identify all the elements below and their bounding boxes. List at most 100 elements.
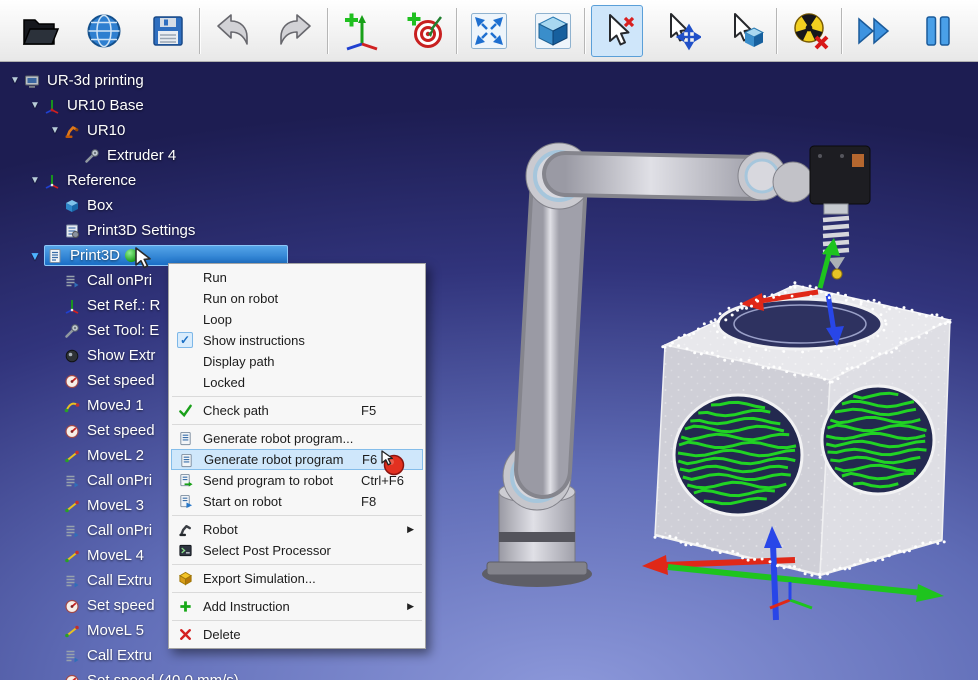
tree-item-label: Call onPri: [87, 272, 152, 289]
tree-item-label: Set speed: [87, 422, 155, 439]
menu-item-run-on-robot[interactable]: Run on robot: [171, 288, 423, 309]
pause-button[interactable]: [912, 5, 964, 57]
tool-icon: [84, 148, 102, 164]
tree-item-label: Set Ref.: R: [87, 297, 160, 314]
open-folder-icon: [20, 11, 60, 51]
menu-item-add-instruction[interactable]: Add Instruction ▶: [171, 596, 423, 617]
add-reference-frame-button[interactable]: [335, 5, 387, 57]
menu-item-run[interactable]: Run: [171, 267, 423, 288]
tree-item-extruder-4[interactable]: Extruder 4: [0, 143, 440, 168]
select-cursor-button[interactable]: [591, 5, 643, 57]
redo-button[interactable]: [270, 5, 322, 57]
menu-item-label: Display path: [203, 354, 275, 369]
menu-item-delete[interactable]: Delete: [171, 624, 423, 645]
menu-separator: [172, 515, 422, 516]
menu-item-select-post-processor[interactable]: Select Post Processor: [171, 540, 423, 561]
isometric-view-button[interactable]: [527, 5, 579, 57]
tree-item-ur-3d-printing[interactable]: ▼UR-3d printing: [0, 68, 440, 93]
expander-icon[interactable]: ▼: [26, 249, 44, 263]
isometric-view-icon: [533, 11, 573, 51]
expander-icon[interactable]: ▼: [46, 125, 64, 136]
doc-play-icon: [177, 493, 194, 510]
mouse-cursor-click: [379, 450, 407, 483]
tree-item-label: Call onPri: [87, 522, 152, 539]
robot-icon: [64, 123, 82, 139]
toolbar-group: [206, 5, 322, 57]
select-rotate-cursor-button[interactable]: [719, 5, 771, 57]
menu-item-label: Run on robot: [203, 291, 278, 306]
tree-item-print3d-settings[interactable]: Print3D Settings: [0, 218, 440, 243]
submenu-arrow-icon: ▶: [407, 596, 414, 617]
menu-item-start-on-robot[interactable]: Start on robotF8: [171, 491, 423, 512]
menu-no-icon: [177, 269, 194, 286]
expander-icon[interactable]: ▼: [6, 75, 24, 86]
menu-item-label: Delete: [203, 627, 241, 642]
menu-item-label: Loop: [203, 312, 232, 327]
menu-shortcut: F6: [362, 450, 377, 469]
open-folder-button[interactable]: [14, 5, 66, 57]
toolbar-group: [463, 5, 579, 57]
tree-item-label: UR10: [87, 122, 125, 139]
tree-item-label: MoveL 5: [87, 622, 144, 639]
doc-icon: [178, 452, 195, 469]
speed-icon: [64, 373, 82, 389]
menu-item-loop[interactable]: Loop: [171, 309, 423, 330]
delete-icon: [177, 626, 194, 643]
fast-forward-button[interactable]: [848, 5, 900, 57]
toolbar-group: [14, 5, 194, 57]
menu-separator: [172, 564, 422, 565]
menu-item-display-path[interactable]: Display path: [171, 351, 423, 372]
toolbar-separator: [584, 8, 586, 54]
menu-item-robot[interactable]: Robot▶: [171, 519, 423, 540]
undo-icon: [212, 11, 252, 51]
tree-item-label: MoveL 3: [87, 497, 144, 514]
add-reference-frame-icon: [341, 11, 381, 51]
menu-item-label: Export Simulation...: [203, 571, 316, 586]
tree-item-box[interactable]: Box: [0, 193, 440, 218]
call-icon: [64, 473, 82, 489]
menu-separator: [172, 396, 422, 397]
call-icon: [64, 523, 82, 539]
tree-item-ur10[interactable]: ▼ UR10: [0, 118, 440, 143]
menu-separator: [172, 424, 422, 425]
mouse-cursor: [133, 247, 155, 271]
tree-item-label: Call Extru: [87, 647, 152, 664]
fit-all-button[interactable]: [463, 5, 515, 57]
menu-item-label: Run: [203, 270, 227, 285]
expander-icon[interactable]: ▼: [26, 175, 44, 186]
menu-item-show-instructions[interactable]: ✓Show instructions: [171, 330, 423, 351]
expander-icon[interactable]: ▼: [26, 100, 44, 111]
menu-item-generate-robot-program[interactable]: Generate robot program...: [171, 428, 423, 449]
toolbar: [0, 0, 978, 62]
undo-button[interactable]: [206, 5, 258, 57]
frame-base-icon: [44, 98, 62, 114]
submenu-arrow-icon: ▶: [407, 519, 414, 540]
check-icon: [177, 402, 194, 419]
web-globe-button[interactable]: [78, 5, 130, 57]
select-move-cursor-button[interactable]: [655, 5, 707, 57]
settings-icon: [64, 223, 82, 239]
doc-send-icon: [177, 472, 194, 489]
select-rotate-cursor-icon: [725, 11, 765, 51]
menu-no-icon: [177, 290, 194, 307]
3d-viewport[interactable]: ▼UR-3d printing▼UR10 Base▼UR10Extruder 4…: [0, 62, 978, 680]
tree-item-reference[interactable]: ▼ Reference: [0, 168, 440, 193]
add-target-button[interactable]: [399, 5, 451, 57]
tree-item-set-speed-40-0-mm-s[interactable]: Set speed (40.0 mm/s): [0, 668, 440, 680]
menu-item-export-simulation[interactable]: Export Simulation...: [171, 568, 423, 589]
movel-icon: [64, 498, 82, 514]
menu-item-locked[interactable]: Locked: [171, 372, 423, 393]
collision-check-icon: [790, 11, 830, 51]
tree-item-ur10-base[interactable]: ▼UR10 Base: [0, 93, 440, 118]
menu-item-check-path[interactable]: Check pathF5: [171, 400, 423, 421]
collision-check-button[interactable]: [784, 5, 836, 57]
web-globe-icon: [84, 11, 124, 51]
doc-icon: [177, 430, 194, 447]
menu-item-label: Generate robot program: [204, 452, 343, 467]
select-cursor-icon: [597, 11, 637, 51]
save-button[interactable]: [142, 5, 194, 57]
tree-item-label: Reference: [67, 172, 136, 189]
menu-item-label: Add Instruction: [203, 599, 290, 614]
tree-item-label: Set speed: [87, 597, 155, 614]
plus-icon: [177, 598, 194, 615]
